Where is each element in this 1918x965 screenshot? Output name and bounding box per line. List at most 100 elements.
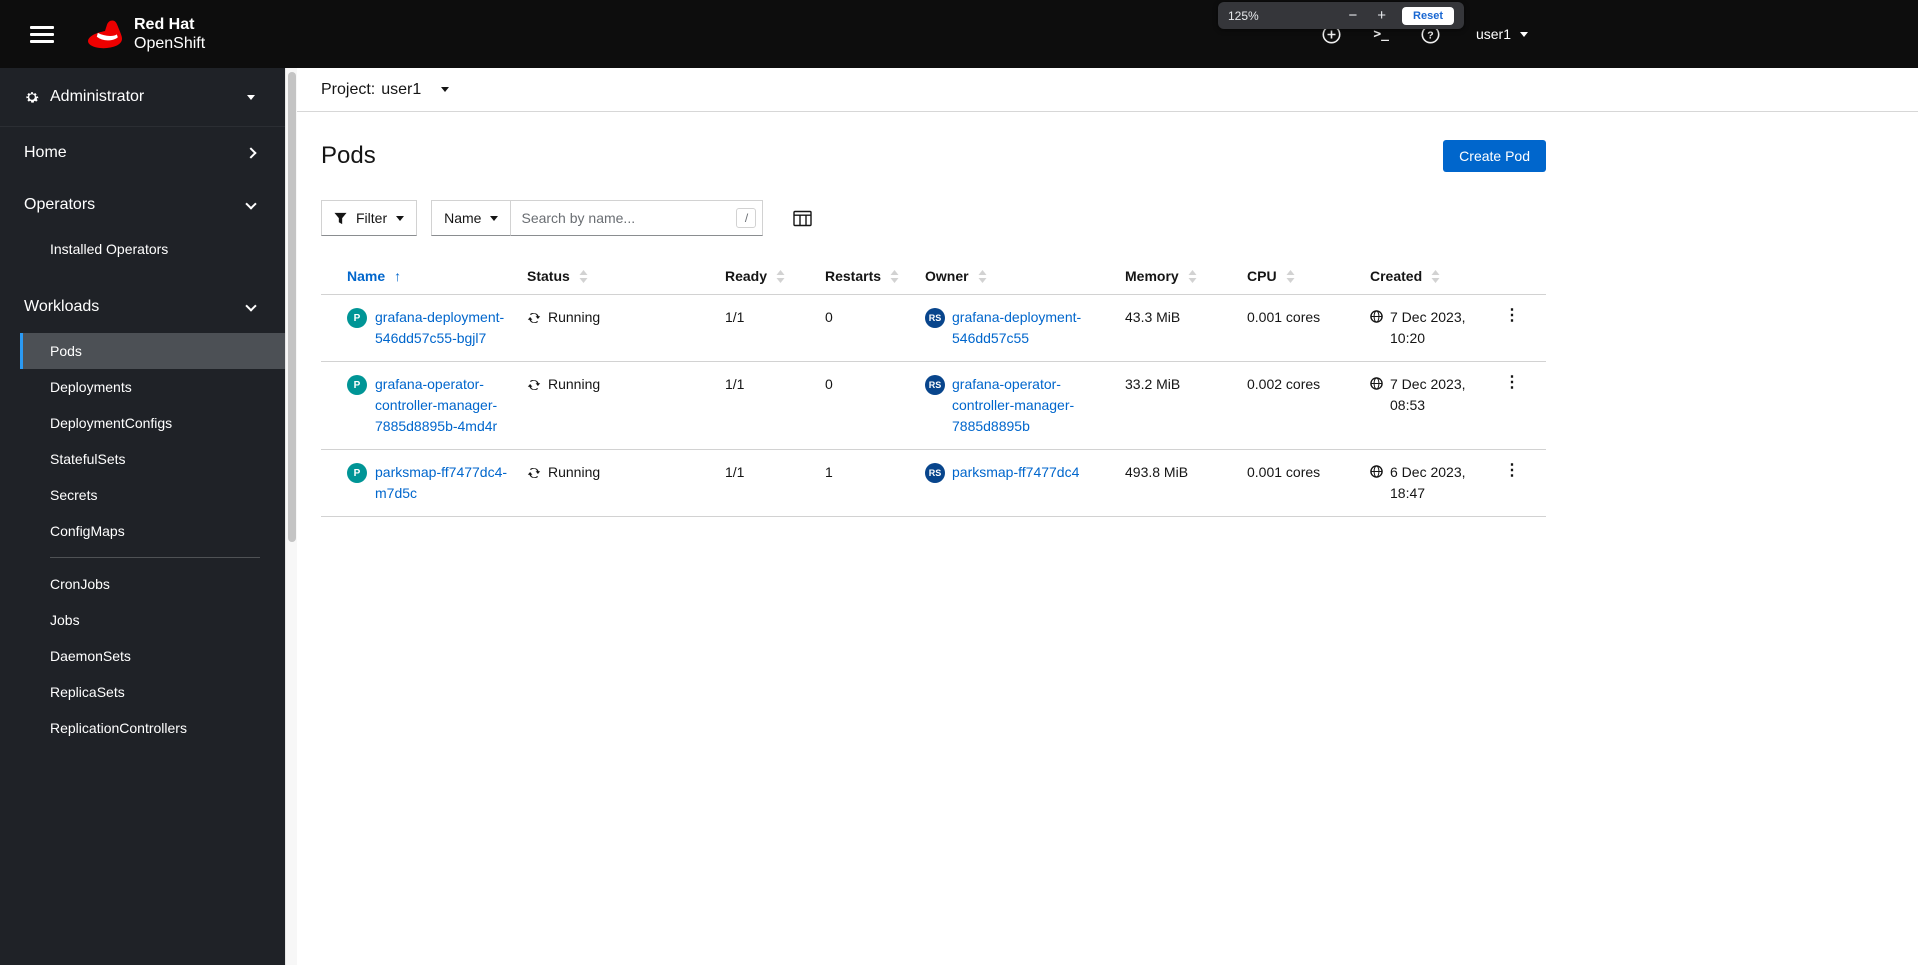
ready-value: 1/1 [725,376,745,392]
zoom-level: 125% [1228,8,1259,23]
sidebar-item-daemonsets[interactable]: DaemonSets [0,638,285,674]
sort-icon [890,269,899,283]
page-title: Pods [321,142,376,169]
restarts-value: 0 [825,309,833,325]
globe-icon [1370,465,1383,478]
project-bar: Project: user1 [297,68,1918,112]
kebab-menu-button[interactable]: ⋮ [1498,307,1526,325]
sidebar-item-statefulsets[interactable]: StatefulSets [0,441,285,477]
zoom-out-button[interactable]: − [1345,8,1362,23]
column-header-actions [1490,268,1546,284]
sidebar-item-replicasets[interactable]: ReplicaSets [0,674,285,710]
memory-value: 33.2 MiB [1125,376,1181,392]
owner-link[interactable]: grafana-deployment-546dd57c55 [952,307,1113,349]
chevron-right-icon [245,147,257,159]
column-header-created[interactable]: Created [1370,268,1490,284]
operators-subnav: Installed Operators [0,231,285,281]
chevron-down-icon [441,87,450,92]
pod-name-link[interactable]: parksmap-ff7477dc4-m7d5c [375,462,515,504]
zoom-widget: 125% − + Reset [1218,2,1464,29]
globe-icon [1370,377,1383,390]
filter-funnel-icon [334,212,347,224]
created-timestamp: 6 Dec 2023, 18:47 [1390,464,1466,501]
gear-icon [26,92,39,103]
create-pod-button[interactable]: Create Pod [1443,140,1546,172]
running-sync-icon [527,467,541,478]
sidebar-item-jobs[interactable]: Jobs [0,602,285,638]
sort-icon [1286,269,1295,283]
nav-divider [50,557,260,558]
column-header-status[interactable]: Status [527,268,725,284]
hamburger-menu-button[interactable] [24,16,60,53]
pod-badge: P [347,463,367,483]
sidebar-item-cronjobs[interactable]: CronJobs [0,566,285,602]
pod-badge: P [347,308,367,328]
column-header-ready[interactable]: Ready [725,268,825,284]
scrollbar-track[interactable] [285,68,297,965]
sort-icon [978,269,987,283]
project-selector[interactable]: Project: user1 [321,80,450,99]
ready-value: 1/1 [725,464,745,480]
restarts-value: 1 [825,464,833,480]
sort-icon [776,269,785,283]
search-attribute-dropdown[interactable]: Name [431,200,512,236]
globe-icon [1370,310,1383,323]
sidebar-item-installed-operators[interactable]: Installed Operators [0,231,285,267]
kebab-menu-button[interactable]: ⋮ [1498,462,1526,480]
brand-name: Red Hat [134,16,195,33]
status-text: Running [548,309,601,325]
pods-table: Name ↑ Status Ready Restarts Owner Memor… [321,260,1546,517]
column-header-memory[interactable]: Memory [1125,268,1247,284]
chevron-down-icon [490,215,499,221]
columns-icon [793,210,813,226]
restarts-value: 0 [825,376,833,392]
filter-dropdown[interactable]: Filter [321,200,418,236]
column-header-cpu[interactable]: CPU [1247,268,1370,284]
replicaset-badge: RS [925,375,945,395]
user-menu[interactable]: user1 [1476,26,1528,42]
zoom-reset-button[interactable]: Reset [1402,6,1454,25]
sidebar-item-configmaps[interactable]: ConfigMaps [0,513,285,549]
owner-link[interactable]: parksmap-ff7477dc4 [952,462,1079,483]
kebab-menu-button[interactable]: ⋮ [1498,374,1526,392]
sidebar-item-deployments[interactable]: Deployments [0,369,285,405]
owner-link[interactable]: grafana-operator-controller-manager-7885… [952,374,1113,437]
table-row: P grafana-deployment-546dd57c55-bgjl7 Ru… [321,295,1546,362]
chevron-down-icon [245,299,257,312]
pod-name-link[interactable]: grafana-operator-controller-manager-7885… [375,374,515,437]
project-value: user1 [381,80,422,98]
sidebar-item-home[interactable]: Home [0,127,285,179]
sidebar-item-secrets[interactable]: Secrets [0,477,285,513]
brand-logo[interactable]: Red Hat OpenShift [86,15,205,53]
chevron-down-icon [1520,31,1528,37]
table-row: P grafana-operator-controller-manager-78… [321,362,1546,450]
zoom-in-button[interactable]: + [1373,8,1390,23]
sort-ascending-icon: ↑ [394,268,402,284]
chevron-down-icon [247,94,255,100]
pod-badge: P [347,375,367,395]
sidebar-item-operators[interactable]: Operators [0,179,285,231]
cpu-value: 0.001 cores [1247,464,1321,480]
username: user1 [1475,26,1511,42]
chevron-down-icon [245,197,257,210]
search-input[interactable] [511,200,764,236]
column-header-name[interactable]: Name ↑ [321,268,527,284]
redhat-fedora-icon [88,20,122,48]
replicaset-badge: RS [925,308,945,328]
sidebar-item-workloads[interactable]: Workloads [0,281,285,333]
scrollbar-thumb[interactable] [288,72,296,542]
column-header-restarts[interactable]: Restarts [825,268,925,284]
svg-text:?: ? [1427,29,1433,41]
perspective-switcher[interactable]: Administrator [0,68,285,127]
project-label: Project: [321,80,376,98]
column-header-owner[interactable]: Owner [925,268,1125,284]
workloads-subnav: Pods Deployments DeploymentConfigs State… [0,333,285,760]
sort-icon [1188,269,1197,283]
sidebar-item-pods[interactable]: Pods [20,333,285,369]
running-sync-icon [527,379,541,390]
manage-columns-button[interactable] [789,206,816,231]
pod-name-link[interactable]: grafana-deployment-546dd57c55-bgjl7 [375,307,515,349]
brand-product: OpenShift [134,35,206,52]
sidebar-item-deploymentconfigs[interactable]: DeploymentConfigs [0,405,285,441]
sidebar-item-replicationcontrollers[interactable]: ReplicationControllers [0,710,285,746]
